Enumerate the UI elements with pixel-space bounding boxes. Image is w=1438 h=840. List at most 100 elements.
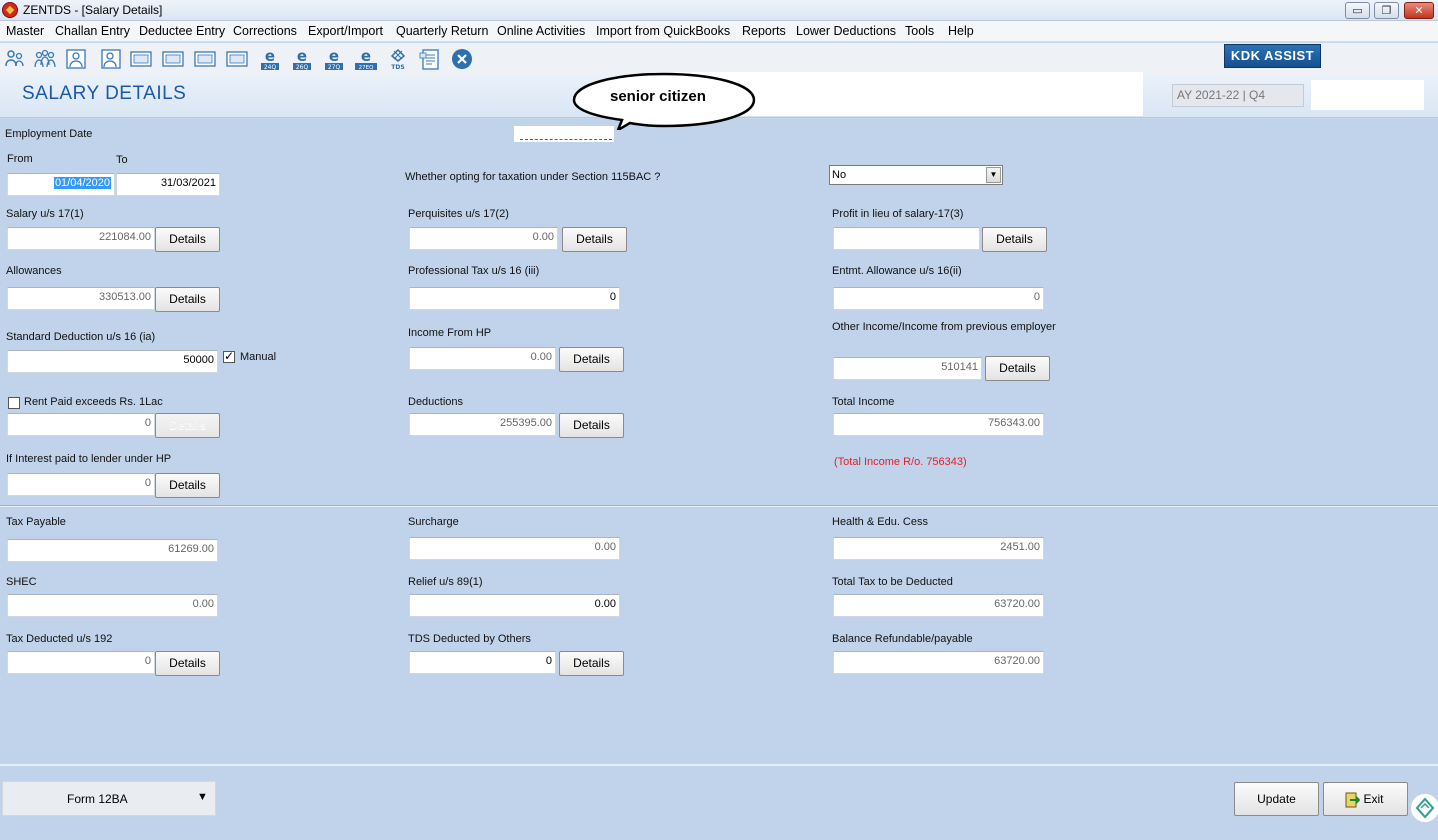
relief-field[interactable]: 0.00 bbox=[409, 594, 620, 617]
rent-paid-label: Rent Paid exceeds Rs. 1Lac bbox=[24, 396, 163, 408]
other-income-details-button[interactable]: Details bbox=[985, 356, 1050, 381]
restore-button[interactable]: ❐ bbox=[1374, 2, 1399, 19]
deductions-field[interactable]: 255395.00 bbox=[409, 413, 556, 436]
from-date-field[interactable]: 01/04/2020 bbox=[7, 173, 115, 196]
menu-master[interactable]: Master bbox=[6, 24, 44, 38]
income-hp-field[interactable]: 0.00 bbox=[409, 347, 556, 370]
e-27eq-icon[interactable]: e 27EQ bbox=[354, 47, 378, 71]
perquisites-details-button[interactable]: Details bbox=[562, 227, 627, 252]
from-label: From bbox=[7, 153, 33, 165]
menu-lower-deductions[interactable]: Lower Deductions bbox=[796, 24, 896, 38]
rent-paid-checkbox[interactable] bbox=[8, 397, 20, 409]
menu-help[interactable]: Help bbox=[948, 24, 974, 38]
page-title: SALARY DETAILS bbox=[22, 83, 187, 104]
menu-online-activities[interactable]: Online Activities bbox=[497, 24, 585, 38]
profit-lieu-field[interactable] bbox=[833, 227, 980, 250]
entmt-allowance-label: Entmt. Allowance u/s 16(ii) bbox=[832, 265, 962, 277]
tax-deducted-192-field[interactable]: 0 bbox=[7, 651, 155, 674]
menu-challan-entry[interactable]: Challan Entry bbox=[55, 24, 130, 38]
manual-label: Manual bbox=[240, 351, 277, 363]
e-27q-icon[interactable]: e 27Q bbox=[322, 47, 346, 71]
allowances-field[interactable]: 330513.00 bbox=[7, 287, 155, 310]
income-hp-details-button[interactable]: Details bbox=[559, 347, 624, 372]
tds-others-details-button[interactable]: Details bbox=[559, 651, 624, 676]
e-24q-icon[interactable]: e 24Q bbox=[258, 47, 282, 71]
manual-checkbox[interactable] bbox=[223, 349, 235, 363]
form-12ba-dropdown[interactable]: Form 12BA ▼ bbox=[2, 781, 216, 816]
tds-icon[interactable]: TDS bbox=[386, 47, 410, 71]
chevron-down-icon[interactable]: ▼ bbox=[986, 167, 1001, 183]
standard-deduction-field[interactable]: 50000 bbox=[7, 350, 218, 373]
tax-payable-label: Tax Payable bbox=[6, 516, 66, 528]
allowances-label: Allowances bbox=[6, 265, 62, 277]
taxation-option-select[interactable]: No ▼ bbox=[829, 165, 1003, 185]
tds-others-field[interactable]: 0 bbox=[409, 651, 556, 674]
rent-paid-field[interactable]: 0 bbox=[7, 413, 155, 436]
professional-tax-field[interactable]: 0 bbox=[409, 287, 620, 310]
app-logo-icon bbox=[2, 2, 18, 18]
allowances-details-button[interactable]: Details bbox=[155, 287, 220, 312]
to-date-field[interactable]: 31/03/2021 bbox=[116, 173, 220, 196]
salary-label: Salary u/s 17(1) bbox=[6, 208, 84, 220]
kdk-assist-button[interactable]: KDK ASSIST bbox=[1224, 44, 1321, 68]
income-hp-label: Income From HP bbox=[408, 327, 492, 339]
form-27q-icon[interactable] bbox=[193, 47, 217, 71]
close-button[interactable]: ✕ bbox=[1404, 2, 1434, 19]
profit-lieu-label: Profit in lieu of salary-17(3) bbox=[832, 208, 964, 220]
taxation-option-value: No bbox=[832, 169, 847, 181]
menu-quarterly-return[interactable]: Quarterly Return bbox=[396, 24, 488, 38]
menu-corrections[interactable]: Corrections bbox=[233, 24, 297, 38]
svg-text:e: e bbox=[297, 47, 307, 65]
person-add-icon[interactable] bbox=[99, 47, 123, 71]
interest-lender-field[interactable]: 0 bbox=[7, 473, 155, 496]
profit-lieu-details-button[interactable]: Details bbox=[982, 227, 1047, 252]
form-26q2-icon[interactable] bbox=[161, 47, 185, 71]
svg-text:e: e bbox=[329, 47, 339, 65]
interest-lender-details-button[interactable]: Details bbox=[155, 473, 220, 498]
menu-import-quickbooks[interactable]: Import from QuickBooks bbox=[596, 24, 730, 38]
e-27q-label: 27Q bbox=[328, 64, 341, 71]
balance-label: Balance Refundable/payable bbox=[832, 633, 973, 645]
close-circle-icon[interactable] bbox=[450, 47, 474, 71]
group-icon[interactable] bbox=[33, 47, 57, 71]
total-income-rounded: (Total Income R/o. 756343) bbox=[834, 456, 967, 468]
to-label: To bbox=[116, 154, 128, 166]
other-income-field[interactable]: 510141 bbox=[833, 357, 982, 380]
update-button[interactable]: Update bbox=[1234, 782, 1319, 816]
tax-deducted-details-button[interactable]: Details bbox=[155, 651, 220, 676]
rent-paid-details-button[interactable]: Details bbox=[155, 413, 220, 438]
person-icon[interactable] bbox=[64, 47, 88, 71]
menu-tools[interactable]: Tools bbox=[905, 24, 934, 38]
cess-label: Health & Edu. Cess bbox=[832, 516, 928, 528]
e-26q-icon[interactable]: e 26Q bbox=[290, 47, 314, 71]
deductions-details-button[interactable]: Details bbox=[559, 413, 624, 438]
shec-field: 0.00 bbox=[7, 594, 218, 617]
users-icon[interactable] bbox=[3, 47, 27, 71]
assist-floating-icon[interactable] bbox=[1410, 793, 1438, 823]
svg-text:e: e bbox=[265, 47, 275, 65]
window-title: ZENTDS - [Salary Details] bbox=[23, 3, 163, 17]
perquisites-field[interactable]: 0.00 bbox=[409, 227, 558, 250]
menu-export-import[interactable]: Export/Import bbox=[308, 24, 383, 38]
title-bar: ZENTDS - [Salary Details] ▭ ❐ ✕ bbox=[0, 0, 1438, 21]
interest-lender-label: If Interest paid to lender under HP bbox=[6, 453, 172, 465]
from-date-value: 01/04/2020 bbox=[53, 177, 111, 189]
entmt-allowance-field[interactable]: 0 bbox=[833, 287, 1044, 310]
exit-button[interactable]: Exit bbox=[1323, 782, 1408, 816]
document-icon[interactable] bbox=[418, 47, 442, 71]
salary-details-button[interactable]: Details bbox=[155, 227, 220, 252]
taxation-question-label: Whether opting for taxation under Sectio… bbox=[405, 171, 661, 183]
dropdown-arrow-icon[interactable]: ▼ bbox=[197, 791, 208, 803]
total-income-field: 756343.00 bbox=[833, 413, 1044, 436]
redaction-block-right bbox=[1311, 80, 1424, 110]
balance-field: 63720.00 bbox=[833, 651, 1044, 674]
form-26q-icon[interactable] bbox=[129, 47, 153, 71]
form-27eq-icon[interactable] bbox=[225, 47, 249, 71]
menu-deductee-entry[interactable]: Deductee Entry bbox=[139, 24, 225, 38]
menu-reports[interactable]: Reports bbox=[742, 24, 786, 38]
salary-field[interactable]: 221084.00 bbox=[7, 227, 155, 250]
tds-label: TDS bbox=[391, 64, 404, 71]
assessment-year-badge: AY 2021-22 | Q4 bbox=[1172, 84, 1304, 107]
minimize-button[interactable]: ▭ bbox=[1345, 2, 1370, 19]
total-tax-field: 63720.00 bbox=[833, 594, 1044, 617]
